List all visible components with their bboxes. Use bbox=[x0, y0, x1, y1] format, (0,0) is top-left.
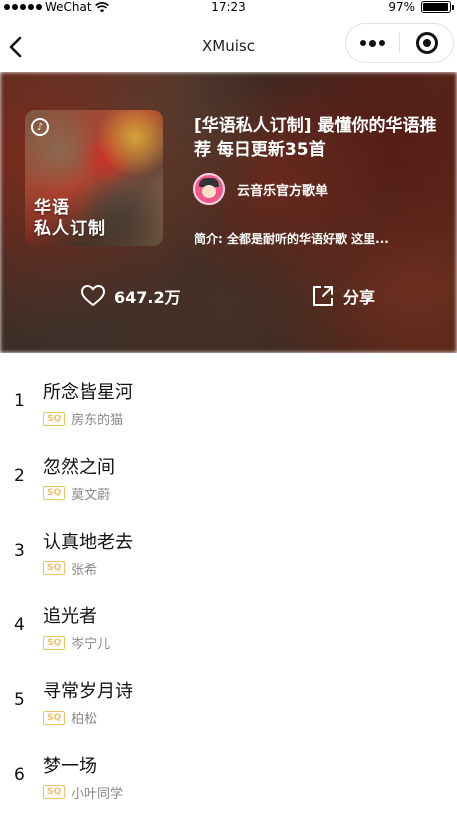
battery-icon bbox=[421, 1, 454, 13]
song-artist: 张希 bbox=[71, 562, 98, 578]
cover-text: 华语 私人订制 bbox=[34, 198, 106, 240]
netease-logo-icon: ♪ bbox=[31, 118, 49, 136]
song-index: 2 bbox=[14, 465, 25, 486]
sq-badge: SQ bbox=[43, 411, 66, 426]
song-title: 忽然之间 bbox=[43, 456, 115, 478]
song-title: 寻常岁月诗 bbox=[43, 681, 133, 703]
cover-text-line2: 私人订制 bbox=[34, 219, 106, 239]
target-circle-icon[interactable] bbox=[400, 24, 453, 62]
song-meta: SQ 岑宁儿 bbox=[43, 633, 110, 652]
song-title: 追光者 bbox=[43, 606, 97, 628]
cover-text-line1: 华语 bbox=[34, 198, 70, 218]
creator-name: 云音乐官方歌单 bbox=[237, 183, 329, 199]
song-index: 4 bbox=[14, 615, 25, 636]
mini-program-capsule bbox=[345, 23, 454, 63]
creator-avatar bbox=[193, 173, 225, 205]
status-bar: WeChat 17:23 97% bbox=[0, 0, 457, 16]
song-row[interactable]: 3 认真地老去 SQ 张希 bbox=[0, 503, 457, 578]
status-right: 97% bbox=[388, 0, 454, 14]
song-row[interactable]: 6 梦一场 SQ 小叶同学 bbox=[0, 727, 457, 802]
share-out-icon bbox=[313, 286, 333, 306]
battery-fill bbox=[423, 3, 449, 11]
song-title: 认真地老去 bbox=[43, 531, 133, 553]
song-title: 所念皆星河 bbox=[43, 382, 133, 403]
song-meta: SQ 柏松 bbox=[43, 708, 97, 727]
creator-row[interactable]: 云音乐官方歌单 bbox=[193, 173, 328, 205]
playlist-description[interactable]: 简介: 全都是耐听的华语好歌 这里... bbox=[194, 230, 440, 247]
like-button[interactable]: 647.2万 bbox=[80, 284, 181, 308]
sq-badge: SQ bbox=[43, 486, 66, 501]
sq-badge: SQ bbox=[43, 710, 66, 725]
song-index: 5 bbox=[14, 690, 25, 711]
song-artist: 莫文蔚 bbox=[71, 487, 111, 503]
song-artist: 岑宁儿 bbox=[71, 637, 111, 653]
nav-bar: XMuisc bbox=[0, 20, 457, 72]
playlist-header: ♪ 华语 私人订制 [华语私人订制] 最懂你的华语推荐 每日更新35首 云音乐官… bbox=[0, 72, 457, 353]
heart-icon bbox=[81, 285, 105, 306]
song-index: 3 bbox=[14, 540, 25, 561]
song-meta: SQ 房东的猫 bbox=[43, 409, 123, 428]
sq-badge: SQ bbox=[43, 785, 66, 800]
song-index: 1 bbox=[14, 391, 25, 411]
sq-badge: SQ bbox=[43, 561, 66, 576]
song-meta: SQ 张希 bbox=[43, 559, 97, 578]
sq-badge: SQ bbox=[43, 635, 66, 650]
more-dots-icon[interactable] bbox=[346, 24, 399, 62]
song-meta: SQ 小叶同学 bbox=[43, 783, 123, 802]
song-title: 梦一场 bbox=[43, 755, 97, 777]
song-index: 6 bbox=[14, 764, 25, 785]
song-artist: 柏松 bbox=[71, 712, 98, 728]
playlist-cover[interactable]: ♪ 华语 私人订制 bbox=[25, 110, 163, 246]
playlist-actions: 647.2万 分享 bbox=[0, 284, 457, 316]
song-list: 1 所念皆星河 SQ 房东的猫 2 忽然之间 SQ 莫文蔚 3 认真地老去 SQ… bbox=[0, 353, 457, 802]
song-row[interactable]: 1 所念皆星河 SQ 房东的猫 bbox=[0, 353, 457, 428]
song-meta: SQ 莫文蔚 bbox=[43, 484, 110, 503]
playlist-title: [华语私人订制] 最懂你的华语推荐 每日更新35首 bbox=[194, 116, 437, 160]
battery-percent: 97% bbox=[388, 0, 415, 14]
song-row[interactable]: 5 寻常岁月诗 SQ 柏松 bbox=[0, 652, 457, 727]
share-button[interactable]: 分享 bbox=[311, 284, 375, 308]
song-row[interactable]: 2 忽然之间 SQ 莫文蔚 bbox=[0, 428, 457, 503]
song-row[interactable]: 4 追光者 SQ 岑宁儿 bbox=[0, 577, 457, 652]
share-label: 分享 bbox=[343, 288, 376, 307]
like-count: 647.2万 bbox=[114, 288, 181, 307]
song-artist: 小叶同学 bbox=[71, 786, 124, 802]
song-artist: 房东的猫 bbox=[71, 413, 124, 428]
